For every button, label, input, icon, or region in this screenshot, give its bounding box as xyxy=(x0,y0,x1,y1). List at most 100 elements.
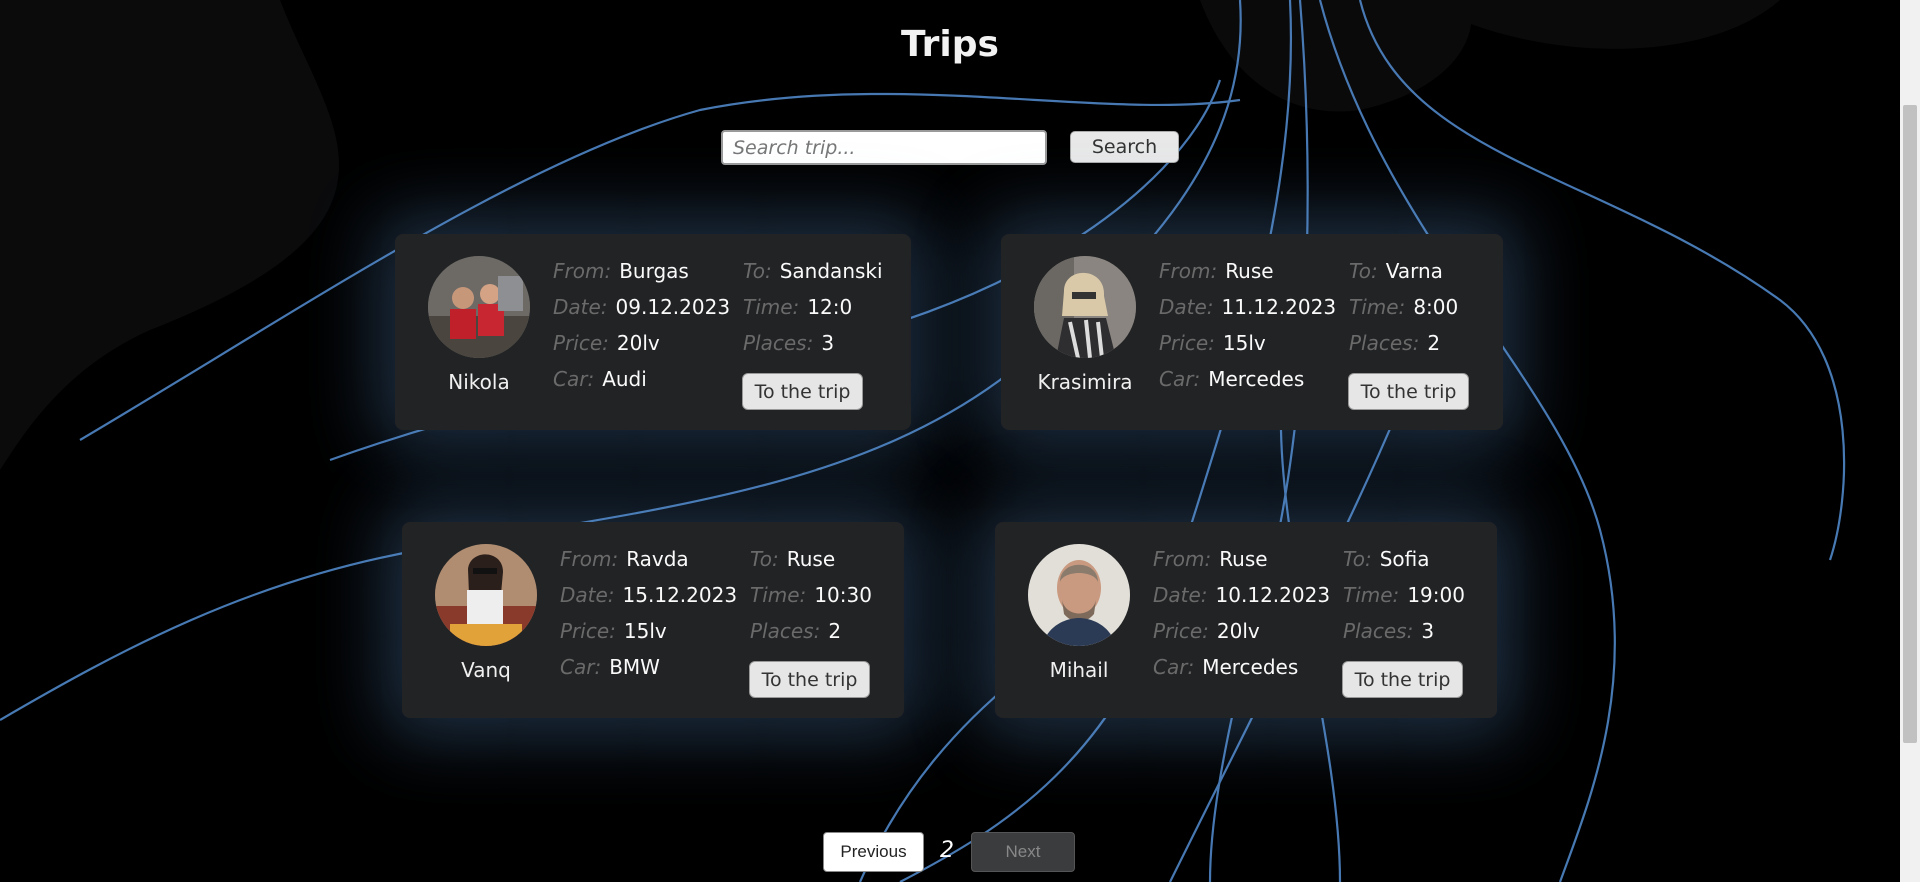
page: Trips Search Nikola From: Burgas Date: 09.… xyxy=(0,0,1900,882)
places-label: Places: xyxy=(1343,619,1414,643)
car-field: Car: BMW xyxy=(560,655,660,679)
price-value: 20lv xyxy=(616,331,660,355)
driver-avatar xyxy=(435,544,537,646)
driver-avatar xyxy=(1034,256,1136,358)
time-field: Time: 8:00 xyxy=(1349,295,1458,319)
date-field: Date: 09.12.2023 xyxy=(553,295,730,319)
price-field: Price: 15lv xyxy=(560,619,667,643)
time-label: Time: xyxy=(750,583,807,607)
from-value: Ruse xyxy=(1219,547,1268,571)
time-field: Time: 12:0 xyxy=(743,295,852,319)
time-value: 8:00 xyxy=(1413,295,1459,319)
to-the-trip-button[interactable]: To the trip xyxy=(1348,373,1469,410)
price-field: Price: 20lv xyxy=(1153,619,1260,643)
to-label: To: xyxy=(1343,547,1372,571)
date-value: 09.12.2023 xyxy=(615,295,731,319)
places-field: Places: 2 xyxy=(750,619,841,643)
places-field: Places: 2 xyxy=(1349,331,1440,355)
date-value: 10.12.2023 xyxy=(1215,583,1331,607)
places-label: Places: xyxy=(743,331,814,355)
to-value: Varna xyxy=(1385,259,1443,283)
time-value: 10:30 xyxy=(814,583,872,607)
date-field: Date: 10.12.2023 xyxy=(1153,583,1330,607)
trip-card: Krasimira From: Ruse Date: 11.12.2023 Pric… xyxy=(1001,234,1503,430)
driver-name: Nikola xyxy=(448,370,510,394)
date-field: Date: 15.12.2023 xyxy=(560,583,737,607)
to-value: Sandanski xyxy=(779,259,883,283)
car-label: Car: xyxy=(1153,655,1195,679)
to-label: To: xyxy=(743,259,772,283)
page-title: Trips xyxy=(901,24,999,65)
time-label: Time: xyxy=(743,295,800,319)
current-page-number: 2 xyxy=(940,838,954,863)
places-value: 2 xyxy=(828,619,842,643)
car-value: Mercedes xyxy=(1208,367,1305,391)
price-label: Price: xyxy=(1153,619,1209,643)
from-label: From: xyxy=(553,259,612,283)
car-label: Car: xyxy=(1159,367,1201,391)
date-label: Date: xyxy=(1153,583,1208,607)
to-field: To: Sandanski xyxy=(743,259,883,283)
time-label: Time: xyxy=(1343,583,1400,607)
places-value: 3 xyxy=(1421,619,1435,643)
trip-card: Vanq From: Ravda Date: 15.12.2023 Price: 15… xyxy=(402,522,904,718)
date-label: Date: xyxy=(1159,295,1214,319)
time-value: 12:0 xyxy=(807,295,853,319)
from-field: From: Ruse xyxy=(1159,259,1274,283)
car-label: Car: xyxy=(560,655,602,679)
places-value: 3 xyxy=(821,331,835,355)
date-label: Date: xyxy=(560,583,615,607)
driver-name: Mihail xyxy=(1049,658,1109,682)
to-label: To: xyxy=(750,547,779,571)
to-the-trip-button[interactable]: To the trip xyxy=(742,373,863,410)
car-field: Car: Audi xyxy=(553,367,647,391)
driver-avatar xyxy=(428,256,530,358)
driver-name: Vanq xyxy=(461,658,511,682)
car-value: Audi xyxy=(602,367,647,391)
to-field: To: Sofia xyxy=(1343,547,1430,571)
from-label: From: xyxy=(1159,259,1218,283)
previous-page-button[interactable]: Previous xyxy=(823,832,924,872)
price-label: Price: xyxy=(560,619,616,643)
places-field: Places: 3 xyxy=(743,331,834,355)
price-field: Price: 20lv xyxy=(553,331,660,355)
to-label: To: xyxy=(1349,259,1378,283)
car-label: Car: xyxy=(553,367,595,391)
next-page-button[interactable]: Next xyxy=(971,832,1075,872)
places-value: 2 xyxy=(1427,331,1441,355)
scrollbar-thumb[interactable] xyxy=(1903,105,1917,743)
to-the-trip-button[interactable]: To the trip xyxy=(749,661,870,698)
from-value: Burgas xyxy=(619,259,689,283)
car-field: Car: Mercedes xyxy=(1159,367,1304,391)
time-label: Time: xyxy=(1349,295,1406,319)
places-label: Places: xyxy=(1349,331,1420,355)
to-value: Sofia xyxy=(1379,547,1430,571)
trip-card: Mihail From: Ruse Date: 10.12.2023 Price: 2… xyxy=(995,522,1497,718)
search-button[interactable]: Search xyxy=(1070,131,1179,163)
time-value: 19:00 xyxy=(1407,583,1465,607)
date-label: Date: xyxy=(553,295,608,319)
from-value: Ruse xyxy=(1225,259,1274,283)
from-field: From: Ruse xyxy=(1153,547,1268,571)
time-field: Time: 10:30 xyxy=(750,583,872,607)
driver-avatar xyxy=(1028,544,1130,646)
places-label: Places: xyxy=(750,619,821,643)
from-field: From: Burgas xyxy=(553,259,689,283)
to-the-trip-button[interactable]: To the trip xyxy=(1342,661,1463,698)
search-input[interactable] xyxy=(721,130,1047,165)
price-value: 15lv xyxy=(623,619,667,643)
price-value: 20lv xyxy=(1216,619,1260,643)
from-field: From: Ravda xyxy=(560,547,689,571)
price-value: 15lv xyxy=(1222,331,1266,355)
price-field: Price: 15lv xyxy=(1159,331,1266,355)
date-field: Date: 11.12.2023 xyxy=(1159,295,1336,319)
trip-card: Nikola From: Burgas Date: 09.12.2023 Price… xyxy=(395,234,911,430)
from-label: From: xyxy=(560,547,619,571)
places-field: Places: 3 xyxy=(1343,619,1434,643)
to-field: To: Ruse xyxy=(750,547,835,571)
price-label: Price: xyxy=(1159,331,1215,355)
date-value: 15.12.2023 xyxy=(622,583,738,607)
from-label: From: xyxy=(1153,547,1212,571)
price-label: Price: xyxy=(553,331,609,355)
from-value: Ravda xyxy=(626,547,689,571)
